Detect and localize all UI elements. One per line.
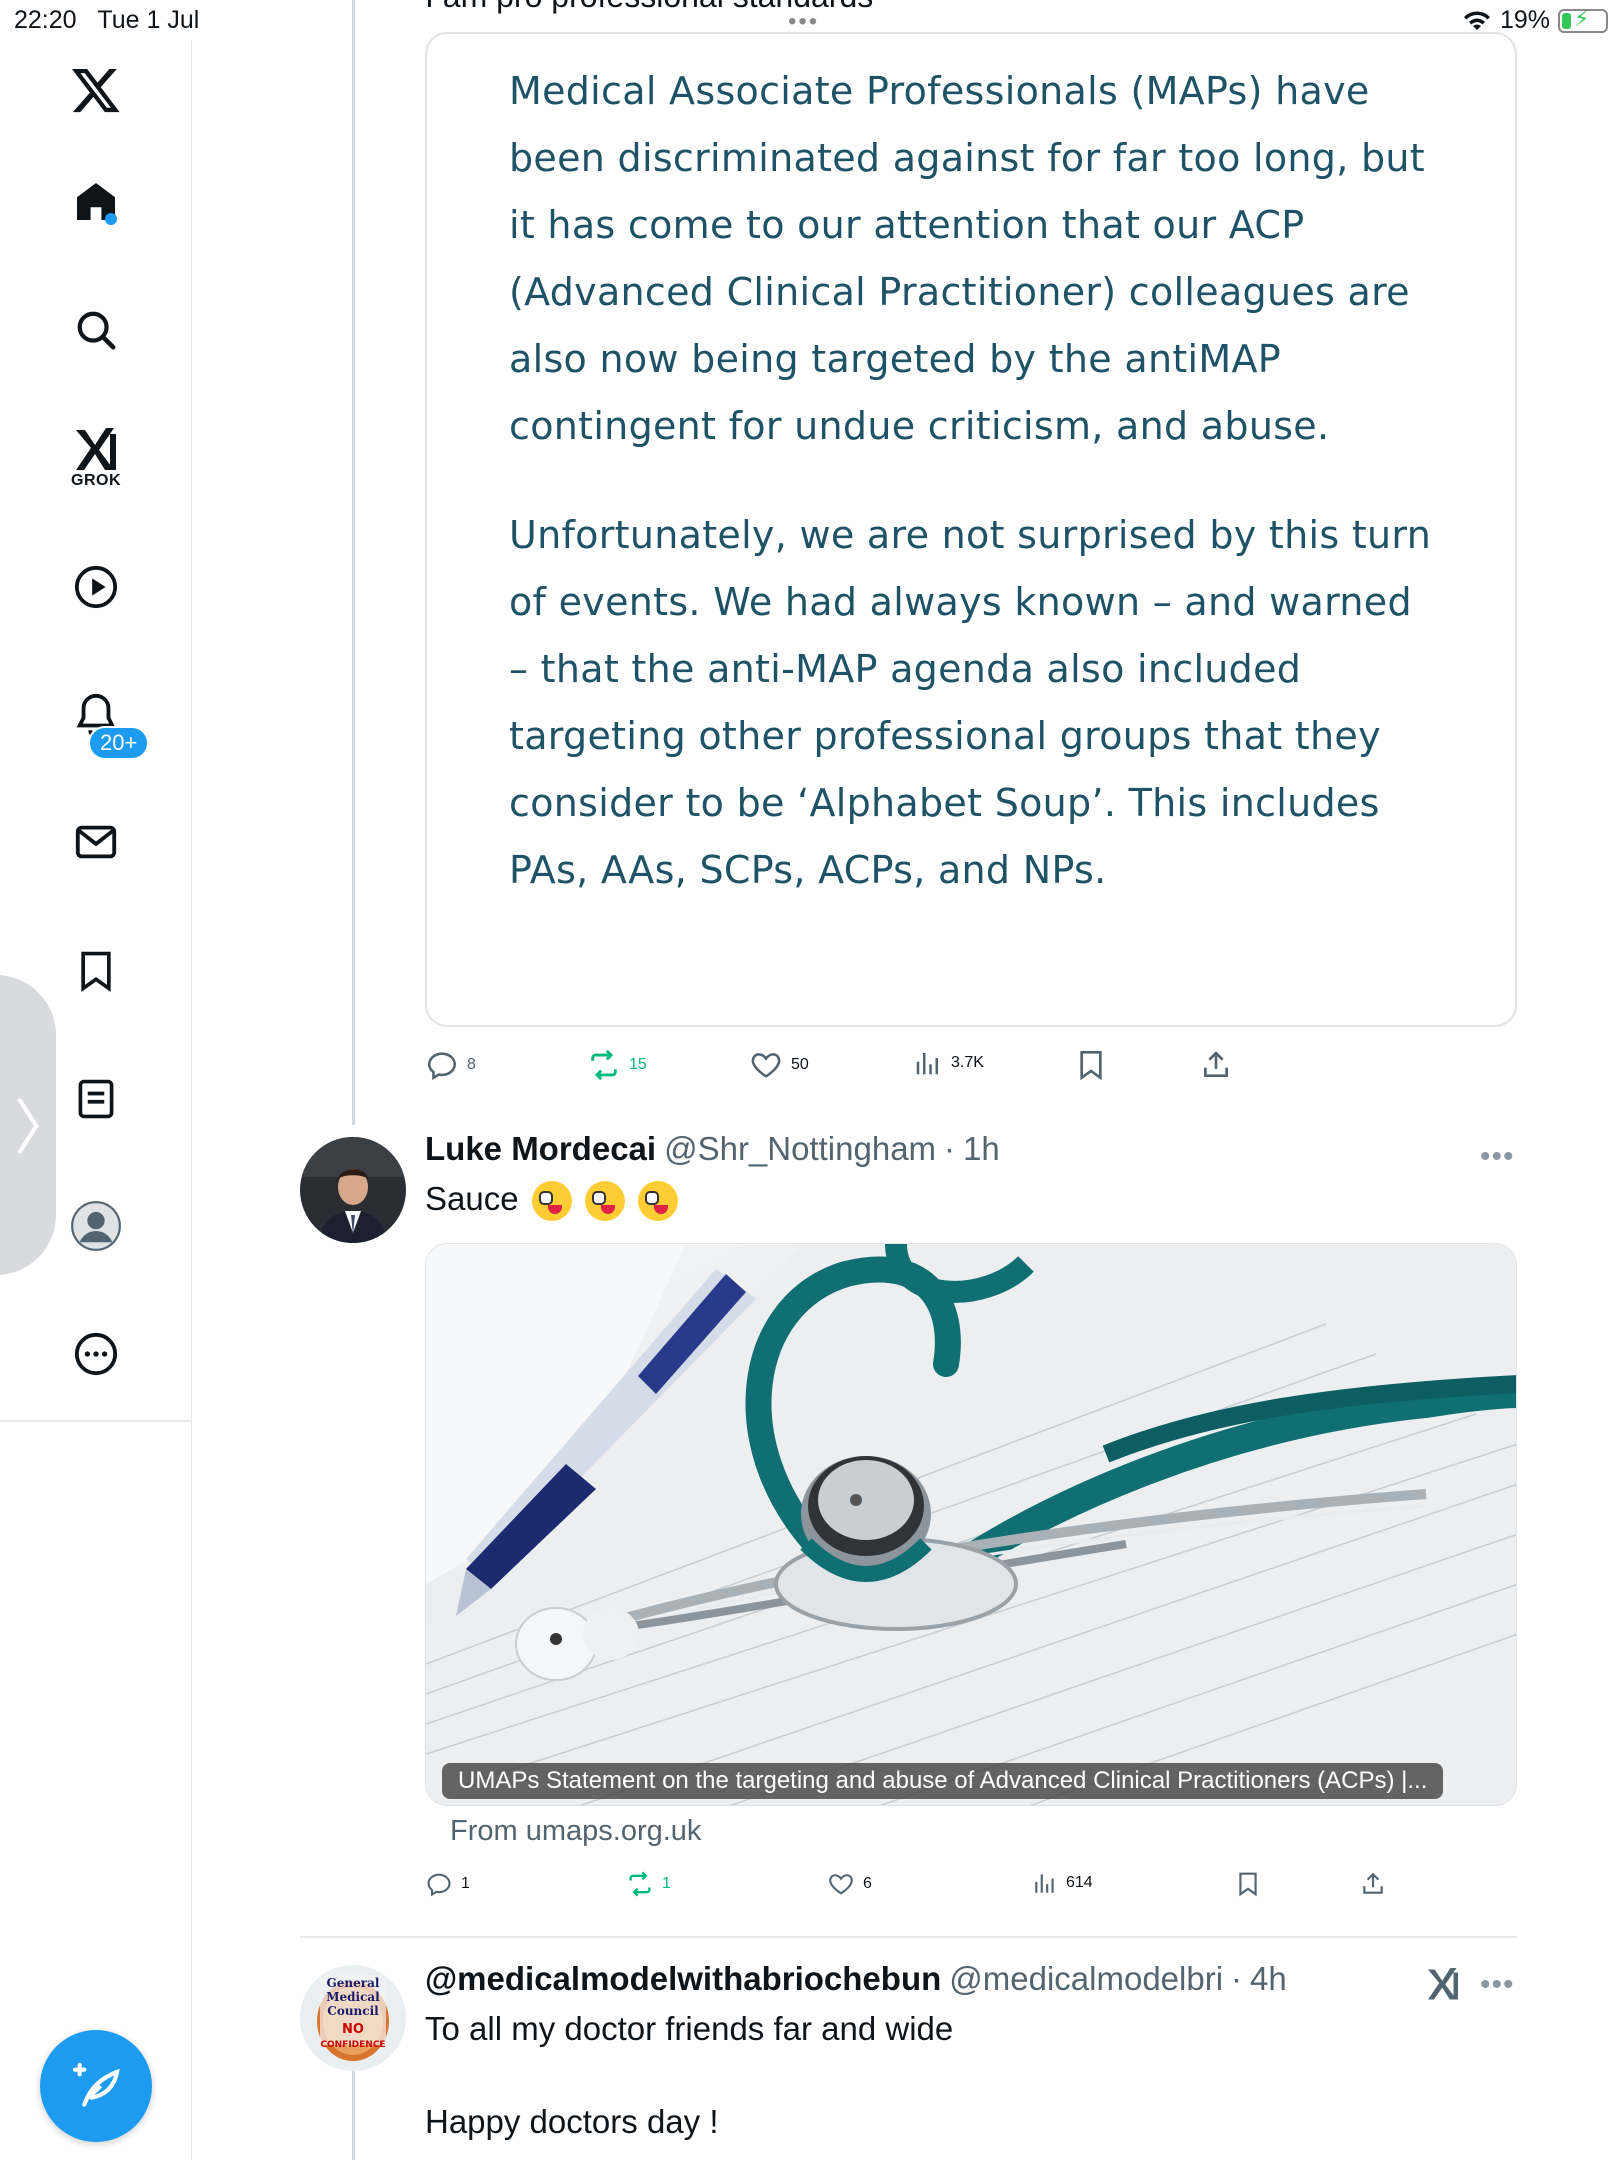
- views-button[interactable]: 3.7K: [913, 1048, 984, 1078]
- author-handle[interactable]: @Shr_Nottingham: [664, 1130, 936, 1168]
- avatar-text: NO: [342, 2022, 364, 2037]
- like-count: 50: [791, 1056, 809, 1073]
- tweet-body: Sauce: [425, 1180, 679, 1222]
- lists-icon[interactable]: [56, 1059, 136, 1139]
- share-icon: [1204, 1051, 1228, 1077]
- like-count: 6: [863, 1875, 872, 1892]
- avatar-text: General: [327, 1976, 380, 1990]
- more-options-icon[interactable]: •••: [1480, 1968, 1515, 2002]
- statement-paragraph: Unfortunately, we are not surprised by t…: [509, 513, 1432, 892]
- share-button[interactable]: [1360, 1870, 1386, 1898]
- tweet-header: Luke Mordecai @Shr_Nottingham · 1h: [425, 1130, 1000, 1168]
- views-count: 3.7K: [951, 1054, 984, 1071]
- bookmark-icon: [1239, 1872, 1257, 1897]
- views-button[interactable]: 614: [1032, 1870, 1093, 1896]
- views-chart-icon: [916, 1053, 938, 1075]
- share-button[interactable]: [1200, 1048, 1232, 1082]
- avatar[interactable]: General Medical Council NO CONFIDENCE: [300, 1965, 406, 2071]
- avatar-text: CONFIDENCE: [320, 2040, 385, 2050]
- link-card-image[interactable]: UMAPs Statement on the targeting and abu…: [425, 1243, 1517, 1806]
- author-handle[interactable]: @medicalmodelbri: [949, 1960, 1223, 1998]
- quoted-statement-card[interactable]: Medical Associate Professionals (MAPs) h…: [425, 32, 1517, 1027]
- zany-face-emoji-icon: [531, 1181, 572, 1222]
- repost-button[interactable]: 1: [626, 1870, 671, 1898]
- more-circle-icon[interactable]: [56, 1314, 136, 1394]
- avatar[interactable]: [300, 1137, 406, 1243]
- status-indicators: 19% ⚡: [1462, 6, 1608, 35]
- search-icon[interactable]: [56, 290, 136, 370]
- repost-button[interactable]: 15: [587, 1048, 647, 1082]
- bookmark-button[interactable]: [1235, 1870, 1261, 1898]
- stethoscope-photo: [426, 1244, 1516, 1805]
- grok-explain-icon[interactable]: [1425, 1965, 1461, 2001]
- repost-icon: [591, 1049, 617, 1081]
- reply-button[interactable]: 1: [425, 1870, 470, 1898]
- bookmarks-icon[interactable]: [56, 931, 136, 1011]
- zany-face-emoji-icon: [638, 1181, 679, 1222]
- battery-percent: 19%: [1499, 6, 1550, 34]
- link-source[interactable]: From umaps.org.uk: [450, 1815, 701, 1848]
- views-count: 614: [1066, 1874, 1093, 1891]
- link-card-caption: UMAPs Statement on the targeting and abu…: [442, 1763, 1444, 1799]
- tweet-header: @medicalmodelwithabriochebun @medicalmod…: [425, 1960, 1287, 1998]
- tweet-time[interactable]: 1h: [963, 1130, 1000, 1168]
- compose-post-button[interactable]: [40, 2030, 152, 2142]
- heart-icon: [829, 1874, 853, 1895]
- reply-icon: [427, 1052, 457, 1081]
- home-unread-dot: [105, 213, 117, 225]
- author-name[interactable]: @medicalmodelwithabriochebun: [425, 1960, 941, 1998]
- repost-icon: [629, 1871, 651, 1897]
- x-logo-icon[interactable]: [56, 50, 136, 130]
- like-button[interactable]: 6: [827, 1870, 872, 1898]
- tweet-time[interactable]: 4h: [1250, 1960, 1287, 1998]
- tweet-divider: [300, 1936, 1517, 1938]
- sidebar: GROK 20+ 〉: [0, 40, 192, 2160]
- grok-label: GROK: [71, 472, 121, 489]
- repost-count: 1: [662, 1875, 671, 1892]
- grok-icon[interactable]: GROK: [56, 418, 136, 498]
- separator-dot: ·: [1231, 1960, 1243, 1997]
- notifications-badge: 20+: [88, 726, 150, 760]
- heart-icon: [751, 1053, 781, 1078]
- profile-avatar-icon[interactable]: [56, 1186, 136, 1266]
- compose-feather-icon: [72, 2062, 120, 2107]
- views-chart-icon: [1035, 1874, 1054, 1893]
- zany-face-emoji-icon: [584, 1181, 625, 1222]
- share-icon: [1363, 1872, 1383, 1894]
- reply-icon: [427, 1873, 451, 1897]
- avatar-text: Council: [327, 2004, 379, 2018]
- wifi-icon: [1463, 10, 1490, 30]
- messages-envelope-icon[interactable]: [56, 802, 136, 882]
- reply-button[interactable]: 8: [425, 1048, 476, 1082]
- status-time: 22:20 Tue 1 Jul: [14, 6, 200, 34]
- author-name[interactable]: Luke Mordecai: [425, 1130, 656, 1168]
- separator-dot: ·: [944, 1130, 956, 1167]
- home-icon[interactable]: [56, 162, 136, 242]
- sidebar-divider: [0, 1420, 192, 1422]
- more-options-icon[interactable]: •••: [1480, 1140, 1515, 1174]
- tweet-text: To all my doctor friends far and wide: [425, 2010, 954, 2047]
- tweet-text: Sauce: [425, 1180, 519, 1217]
- repost-count: 15: [629, 1056, 647, 1073]
- reply-count: 1: [461, 1875, 470, 1892]
- bookmark-button[interactable]: [1075, 1048, 1107, 1082]
- tweet-text: Happy doctors day !: [425, 2103, 719, 2140]
- battery-icon: ⚡: [1558, 6, 1608, 33]
- thread-line-top: [352, 0, 355, 1125]
- bookmark-icon: [1080, 1051, 1102, 1081]
- reply-count: 8: [467, 1056, 476, 1073]
- statement-paragraph: Medical Associate Professionals (MAPs) h…: [509, 69, 1425, 448]
- like-button[interactable]: 50: [749, 1048, 809, 1082]
- video-icon[interactable]: [56, 547, 136, 627]
- avatar-text: Medical: [326, 1990, 380, 2004]
